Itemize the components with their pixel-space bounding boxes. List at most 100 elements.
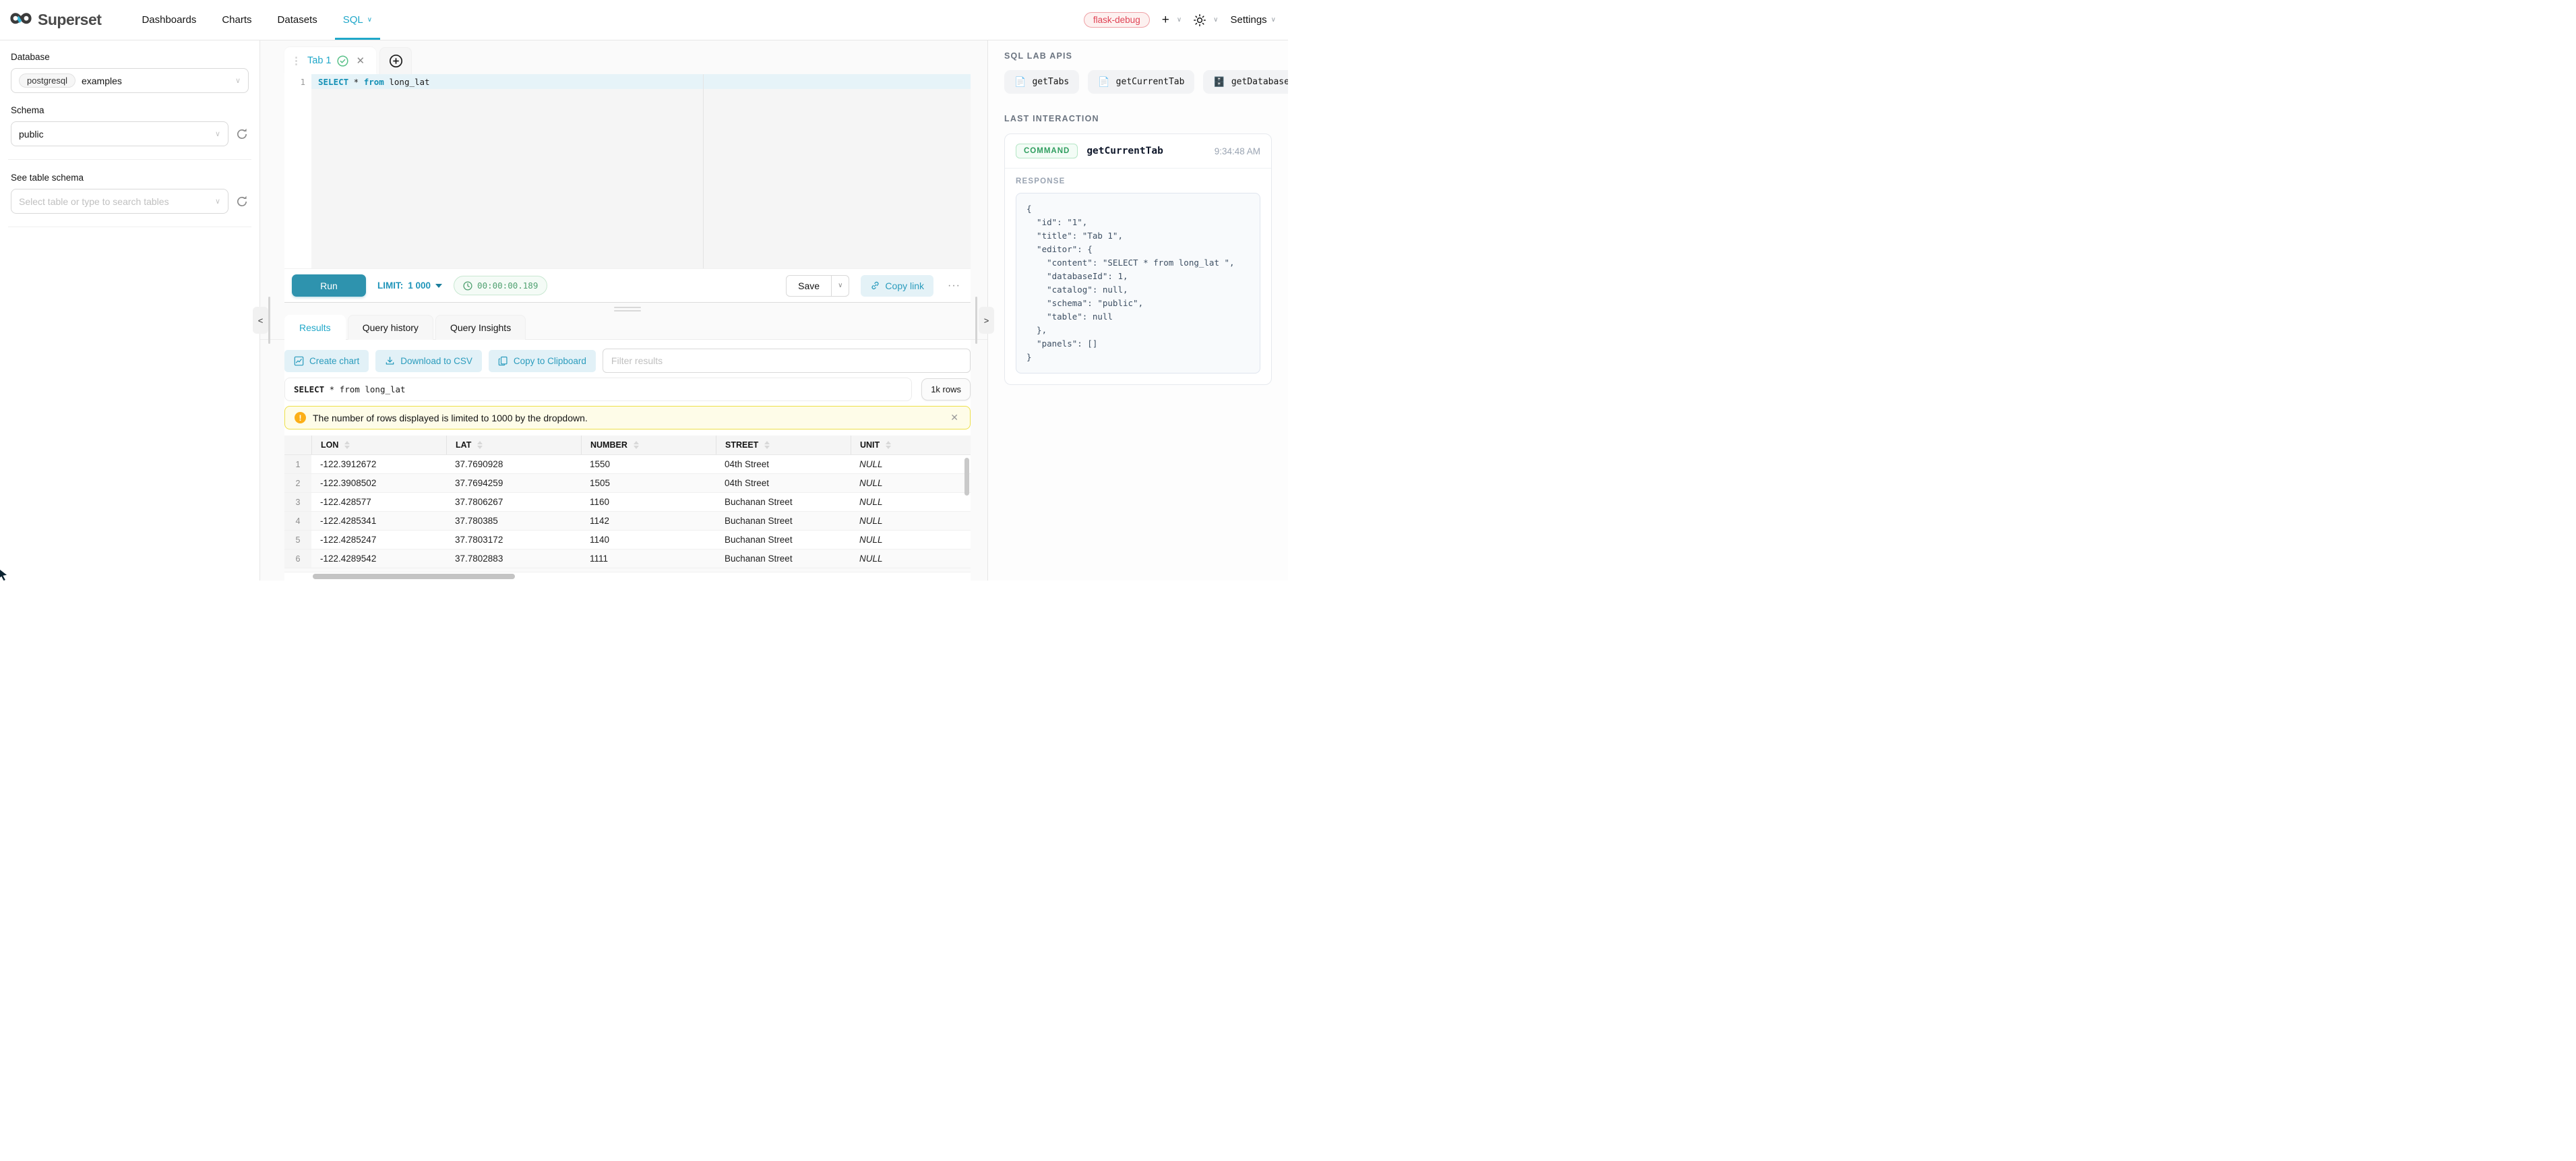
run-query-button[interactable]: Run bbox=[292, 274, 366, 297]
superset-sql-lab: Superset Dashboards Charts Datasets SQL∨… bbox=[0, 0, 1288, 580]
results-panel: Create chart Download to CSV bbox=[284, 340, 971, 580]
row-limit-warning-banner: ! The number of rows displayed is limite… bbox=[284, 406, 971, 429]
save-options-caret[interactable]: ∨ bbox=[832, 275, 849, 297]
table-select[interactable]: Select table or type to search tables ∨ bbox=[11, 189, 228, 214]
table-cell: 37.7806267 bbox=[446, 493, 581, 511]
row-number-cell: 6 bbox=[284, 549, 311, 568]
left-pane-scrollbar[interactable] bbox=[268, 297, 270, 344]
dismiss-warning-icon[interactable]: ✕ bbox=[948, 412, 960, 423]
editor-tab[interactable]: ⋮ Tab 1 ✕ bbox=[284, 47, 376, 74]
pane-splitter[interactable] bbox=[284, 303, 971, 315]
database-select[interactable]: postgresql examples ∨ bbox=[11, 68, 249, 93]
database-engine-pill: postgresql bbox=[19, 73, 75, 88]
row-number-cell: 4 bbox=[284, 512, 311, 530]
download-csv-button[interactable]: Download to CSV bbox=[375, 350, 482, 372]
table-cell: 04th Street bbox=[716, 474, 851, 492]
drag-handle-icon[interactable]: ⋮ bbox=[291, 56, 301, 66]
column-header-number[interactable]: NUMBER bbox=[581, 436, 716, 454]
settings-menu[interactable]: Settings ∨ bbox=[1230, 14, 1276, 26]
response-label: RESPONSE bbox=[1016, 177, 1260, 185]
table-select-placeholder: Select table or type to search tables bbox=[19, 196, 169, 207]
database-label: Database bbox=[11, 52, 249, 62]
filter-results-input[interactable] bbox=[603, 349, 971, 373]
last-interaction-title: LAST INTERACTION bbox=[1004, 114, 1272, 123]
column-header-lon[interactable]: LON bbox=[311, 436, 446, 454]
get-current-tab-button[interactable]: 📄 getCurrentTab bbox=[1088, 70, 1194, 94]
column-header-lat[interactable]: LAT bbox=[446, 436, 581, 454]
chevron-down-icon: ∨ bbox=[367, 16, 372, 24]
column-header-unit[interactable]: UNIT bbox=[851, 436, 971, 454]
nav-item-datasets[interactable]: Datasets bbox=[267, 0, 328, 40]
refresh-schemas-icon[interactable] bbox=[235, 127, 249, 141]
get-databases-button[interactable]: 🗄️ getDatabases bbox=[1203, 70, 1288, 94]
command-badge: COMMAND bbox=[1016, 144, 1078, 158]
copy-icon bbox=[498, 356, 508, 366]
tab-results[interactable]: Results bbox=[284, 315, 346, 340]
save-button[interactable]: Save bbox=[786, 275, 832, 297]
table-cell: 1140 bbox=[581, 531, 716, 549]
caret-down-icon bbox=[435, 284, 442, 288]
table-cell: 37.7802883 bbox=[446, 549, 581, 568]
results-table: LONLATNUMBERSTREETUNIT 1-122.391267237.7… bbox=[284, 436, 971, 580]
table-row: 5-122.428524737.78031721140Buchanan Stre… bbox=[284, 531, 971, 549]
content-area: Database postgresql examples ∨ Schema pu… bbox=[0, 40, 1288, 580]
refresh-tables-icon[interactable] bbox=[235, 195, 249, 208]
sort-icon[interactable] bbox=[344, 441, 350, 449]
more-options-button[interactable]: ··· bbox=[945, 280, 963, 292]
table-cell: NULL bbox=[851, 549, 971, 568]
sort-icon[interactable] bbox=[886, 441, 891, 449]
query-success-icon bbox=[337, 55, 348, 67]
tab-query-history[interactable]: Query history bbox=[348, 315, 433, 340]
table-cell: Buchanan Street bbox=[716, 549, 851, 568]
column-label: UNIT bbox=[860, 440, 880, 450]
row-count-badge: 1k rows bbox=[921, 378, 971, 400]
collapse-api-panel-handle[interactable]: > bbox=[979, 307, 994, 334]
superset-logo[interactable]: Superset bbox=[9, 11, 101, 29]
row-number-column-header bbox=[284, 436, 311, 454]
navbar-right: flask-debug + ∨ ∨ Settings bbox=[1084, 12, 1276, 28]
column-header-street[interactable]: STREET bbox=[716, 436, 851, 454]
new-item-button[interactable]: + ∨ bbox=[1162, 13, 1182, 28]
row-number-cell: 1 bbox=[284, 455, 311, 473]
nav-item-sql[interactable]: SQL∨ bbox=[332, 0, 383, 40]
horizontal-scrollbar[interactable] bbox=[284, 572, 971, 580]
splitter-drag-handle[interactable] bbox=[614, 307, 641, 311]
limit-dropdown[interactable]: LIMIT: 1 000 bbox=[377, 280, 442, 291]
table-cell: NULL bbox=[851, 455, 971, 473]
executed-query-preview: SELECT * from long_lat bbox=[284, 378, 912, 401]
tab-query-insights[interactable]: Query Insights bbox=[435, 315, 526, 340]
save-split-button: Save ∨ bbox=[786, 275, 849, 297]
interaction-timestamp: 9:34:48 AM bbox=[1215, 146, 1260, 156]
close-tab-icon[interactable]: ✕ bbox=[355, 55, 366, 67]
sql-code-editor[interactable]: 1 SELECT * from long_lat bbox=[284, 74, 971, 268]
vertical-scrollbar-thumb[interactable] bbox=[964, 458, 969, 496]
create-chart-button[interactable]: Create chart bbox=[284, 350, 369, 372]
sql-editor-panel: 1 SELECT * from long_lat Run LIMIT: 1 00… bbox=[284, 74, 971, 303]
right-pane-scrollbar[interactable] bbox=[975, 297, 977, 344]
nav-item-charts[interactable]: Charts bbox=[211, 0, 262, 40]
add-tab-button[interactable] bbox=[379, 47, 412, 74]
copy-to-clipboard-button[interactable]: Copy to Clipboard bbox=[489, 350, 596, 372]
get-tabs-button[interactable]: 📄 getTabs bbox=[1004, 70, 1079, 94]
document-icon: 📄 bbox=[1014, 78, 1026, 87]
theme-toggle-button[interactable]: ∨ bbox=[1194, 14, 1218, 26]
sort-icon[interactable] bbox=[634, 441, 639, 449]
table-cell: 1111 bbox=[581, 549, 716, 568]
collapse-sidebar-handle[interactable]: < bbox=[253, 307, 268, 334]
table-cell: 37.7690928 bbox=[446, 455, 581, 473]
sort-icon[interactable] bbox=[477, 441, 483, 449]
plus-circle-icon bbox=[389, 54, 403, 68]
row-number-cell: 5 bbox=[284, 531, 311, 549]
table-cell: 04th Street bbox=[716, 455, 851, 473]
nav-item-dashboards[interactable]: Dashboards bbox=[131, 0, 207, 40]
chevron-down-icon: ∨ bbox=[1177, 16, 1182, 24]
schema-select[interactable]: public ∨ bbox=[11, 121, 228, 146]
horizontal-scrollbar-thumb[interactable] bbox=[313, 574, 515, 579]
chevron-down-icon: ∨ bbox=[1271, 16, 1276, 24]
elapsed-time: 00:00:00.189 bbox=[477, 280, 538, 291]
navbar: Superset Dashboards Charts Datasets SQL∨… bbox=[0, 0, 1288, 40]
copy-link-button[interactable]: Copy link bbox=[861, 275, 933, 297]
column-label: LON bbox=[321, 440, 338, 450]
sort-icon[interactable] bbox=[764, 441, 770, 449]
command-name: getCurrentTab bbox=[1086, 146, 1163, 156]
